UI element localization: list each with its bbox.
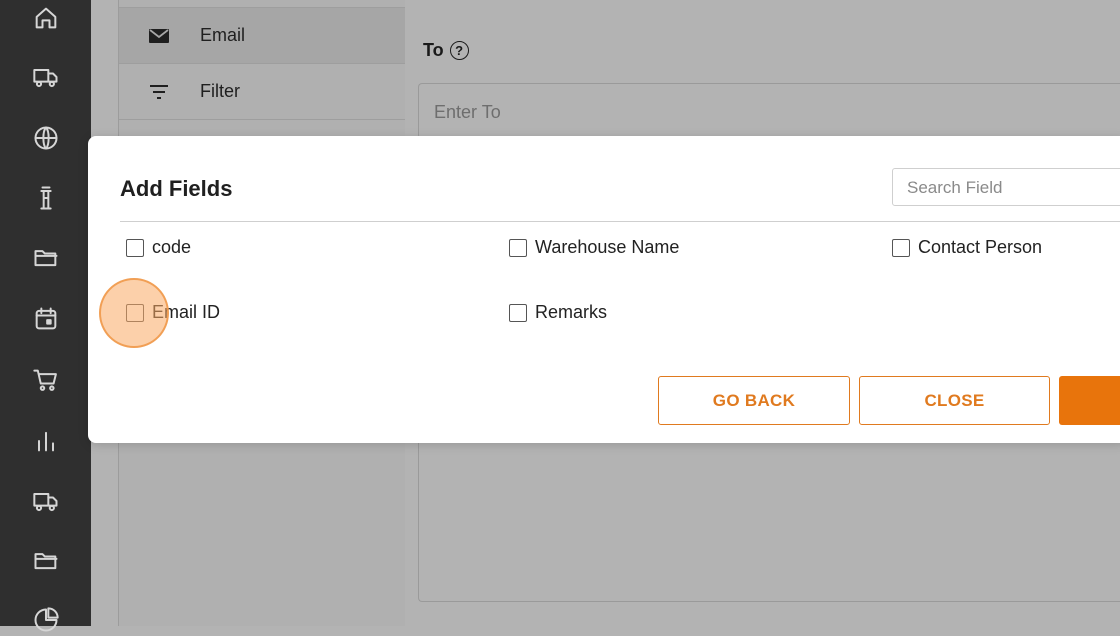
- help-icon[interactable]: ?: [449, 41, 469, 60]
- close-button[interactable]: CLOSE: [859, 376, 1050, 425]
- checkbox[interactable]: [509, 238, 527, 257]
- side-item-filter[interactable]: Filter: [119, 64, 405, 120]
- checkbox[interactable]: [126, 238, 144, 257]
- field-option-remarks[interactable]: Remarks: [509, 302, 607, 323]
- to-field-label: To ?: [423, 40, 469, 61]
- field-label: Warehouse Name: [535, 237, 680, 257]
- field-option-warehouse-name[interactable]: Warehouse Name: [509, 237, 679, 258]
- field-option-code[interactable]: code: [126, 237, 191, 258]
- truck-icon[interactable]: [30, 485, 62, 517]
- search-placeholder: Search Field: [907, 178, 1003, 197]
- cart-icon[interactable]: [30, 364, 62, 396]
- add-button[interactable]: [1059, 376, 1120, 425]
- left-nav-rail: [0, 0, 91, 632]
- add-fields-modal: Add Fields Search Field code Warehouse N…: [88, 136, 1120, 443]
- truck-icon[interactable]: [30, 61, 62, 93]
- to-label-text: To: [423, 40, 444, 60]
- filter-icon: [145, 80, 173, 104]
- home-icon[interactable]: [30, 2, 62, 34]
- modal-title: Add Fields: [120, 176, 233, 201]
- to-input-placeholder: Enter To: [434, 102, 501, 122]
- side-item-label: Filter: [200, 81, 240, 101]
- to-input[interactable]: Enter To: [418, 83, 1120, 139]
- calendar-icon[interactable]: [30, 303, 62, 335]
- side-item-email[interactable]: Email: [119, 8, 405, 64]
- folder-icon[interactable]: [30, 544, 62, 576]
- folder-icon[interactable]: [30, 241, 62, 273]
- mail-icon: [145, 24, 173, 48]
- field-option-contact-person[interactable]: Contact Person: [892, 237, 1042, 258]
- email-body-field[interactable]: [418, 420, 1120, 602]
- side-item-top[interactable]: [119, 0, 405, 8]
- pie-chart-icon[interactable]: [30, 604, 62, 636]
- bar-chart-icon[interactable]: [30, 425, 62, 457]
- tower-icon[interactable]: [30, 182, 62, 214]
- search-field-input[interactable]: Search Field: [892, 168, 1120, 206]
- checkbox[interactable]: [509, 303, 527, 322]
- divider: [120, 221, 1120, 222]
- field-label: code: [152, 237, 192, 257]
- checkbox[interactable]: [892, 238, 910, 257]
- field-label: Remarks: [535, 302, 608, 322]
- go-back-button[interactable]: GO BACK: [658, 376, 850, 425]
- side-item-label: Email: [200, 25, 246, 45]
- globe-icon[interactable]: [30, 122, 62, 154]
- field-label: Contact Person: [918, 237, 1043, 257]
- click-indicator: [99, 278, 169, 348]
